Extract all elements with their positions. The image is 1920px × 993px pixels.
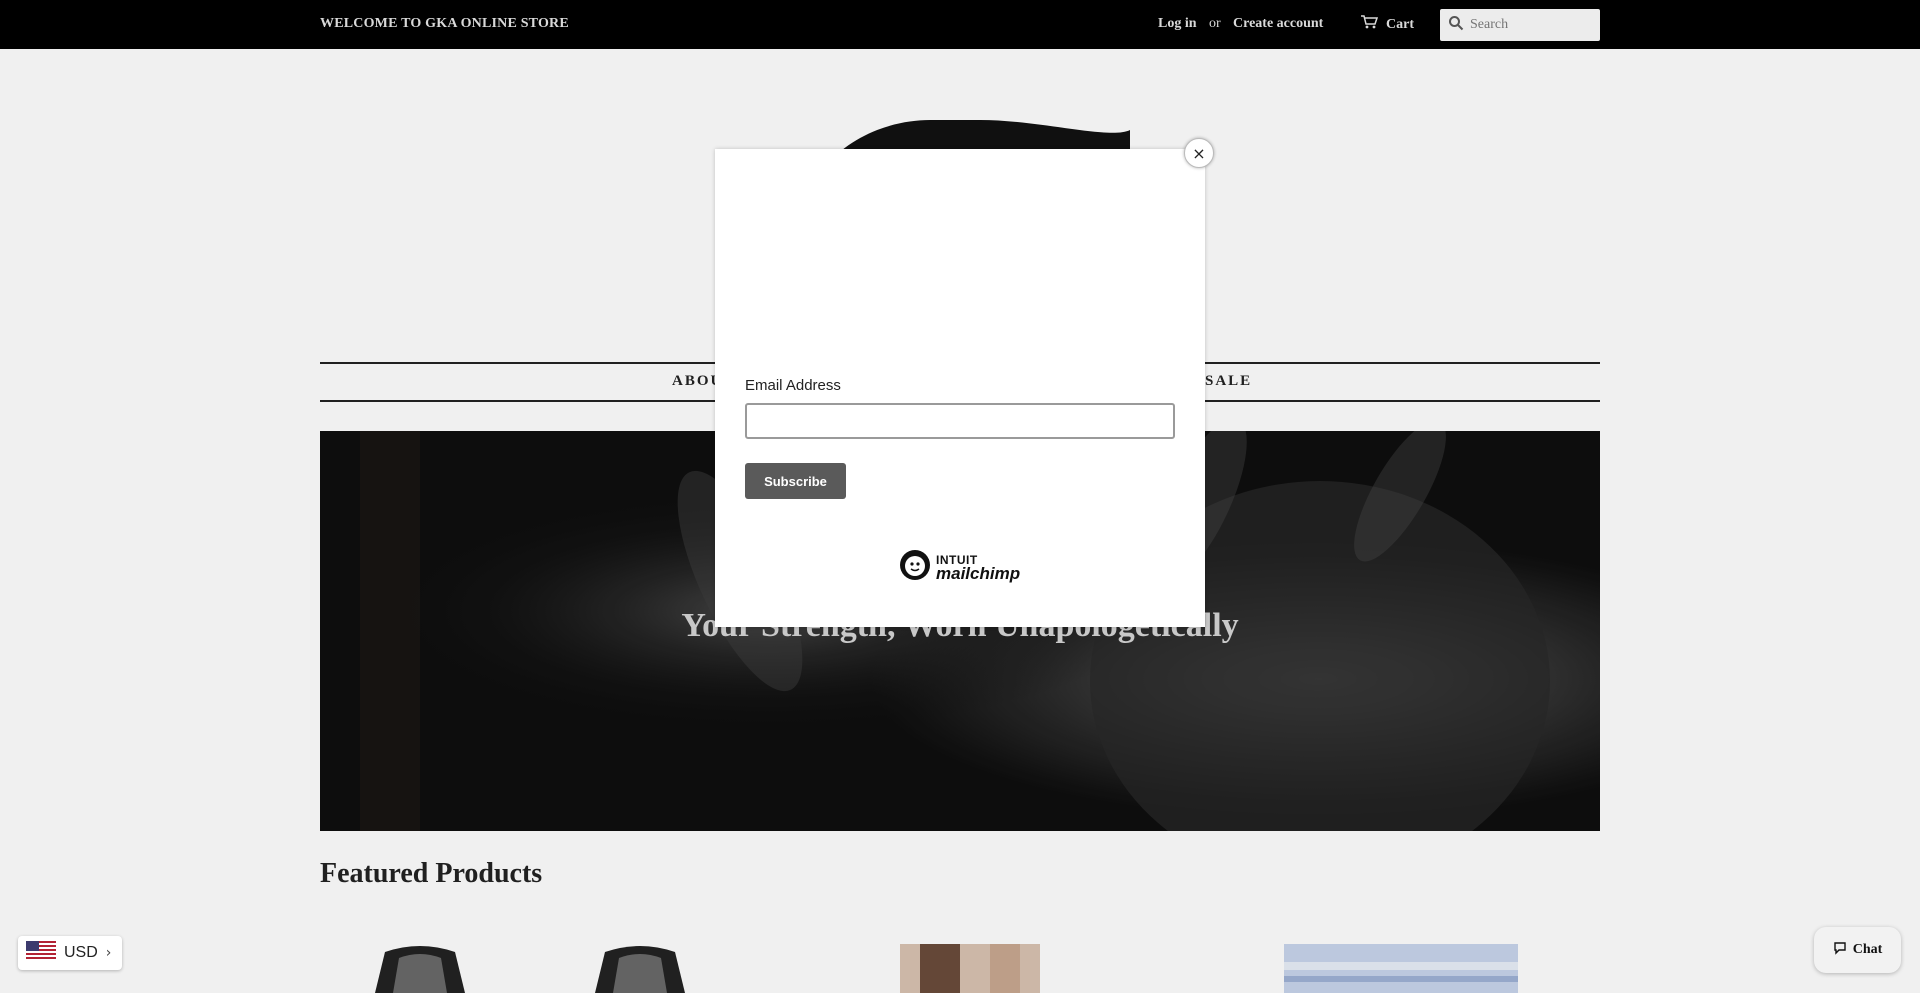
- email-field[interactable]: [745, 403, 1175, 439]
- us-flag-icon: [26, 940, 56, 966]
- chevron-right-icon: ›: [105, 945, 112, 961]
- close-modal-button[interactable]: ×: [1184, 138, 1214, 168]
- newsletter-modal: Email Address Subscribe INTUIT mailchimp: [715, 149, 1205, 627]
- email-label: Email Address: [745, 377, 841, 394]
- currency-code: USD: [64, 944, 98, 961]
- currency-selector[interactable]: USD ›: [18, 936, 122, 970]
- cart-link[interactable]: Cart: [1360, 14, 1414, 35]
- search-box[interactable]: [1440, 9, 1600, 41]
- chat-label: Chat: [1852, 942, 1883, 957]
- chat-button[interactable]: Chat: [1814, 927, 1901, 973]
- cart-icon: [1360, 14, 1379, 35]
- close-icon: ×: [1192, 143, 1206, 163]
- welcome-message: WELCOME TO GKA ONLINE STORE: [320, 16, 569, 31]
- search-icon[interactable]: [1448, 15, 1464, 36]
- search-input[interactable]: [1470, 17, 1590, 33]
- mailchimp-wordmark: mailchimp: [936, 563, 1021, 583]
- login-link[interactable]: Log in: [1158, 16, 1197, 32]
- create-account-link[interactable]: Create account: [1233, 16, 1323, 32]
- chat-bubble-icon: [1833, 941, 1847, 960]
- mailchimp-logo[interactable]: INTUIT mailchimp: [898, 548, 1020, 587]
- mailchimp-freddie-icon: [898, 548, 932, 587]
- top-bar: WELCOME TO GKA ONLINE STORE Log in or Cr…: [0, 0, 1920, 49]
- subscribe-button[interactable]: Subscribe: [745, 463, 846, 499]
- or-separator: or: [1209, 16, 1221, 31]
- cart-label: Cart: [1386, 16, 1414, 32]
